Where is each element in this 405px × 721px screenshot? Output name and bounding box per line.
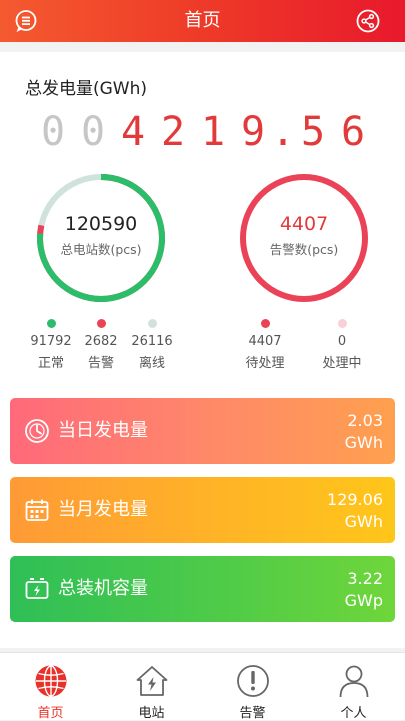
generation-digit: 4 xyxy=(120,109,146,155)
tab-label: 个人 xyxy=(340,706,367,721)
card-number: 2.03 xyxy=(347,411,383,430)
monthly-generation-card[interactable]: 当月发电量 129.06 GWh xyxy=(10,477,395,543)
total-alarms-label: 告警数(pcs) xyxy=(269,242,339,257)
status-dot xyxy=(147,319,157,328)
card-number: 3.22 xyxy=(347,569,383,588)
tab-alarms[interactable]: 告警 xyxy=(202,653,303,721)
globe-icon xyxy=(35,665,66,697)
card-unit: GWh xyxy=(344,512,383,531)
station-status-ring[interactable]: 120590 总电站数(pcs) xyxy=(36,173,166,303)
alarm-count-ring[interactable]: 4407 告警数(pcs) xyxy=(239,173,369,303)
calendar-icon xyxy=(25,499,49,521)
total-generation-display: 0 0 4 2 1 9 . 5 6 xyxy=(38,110,368,154)
clock-icon xyxy=(25,419,49,443)
total-stations-label: 总电站数(pcs) xyxy=(60,242,142,257)
share-icon[interactable] xyxy=(356,9,380,33)
card-value: 3.22 GWp xyxy=(345,568,383,612)
card-value: 129.06 GWh xyxy=(327,489,383,533)
tab-label: 告警 xyxy=(239,706,266,721)
generation-digit: 2 xyxy=(160,109,186,155)
alert-icon xyxy=(236,665,269,697)
stat-offline[interactable]: 26116 离线 xyxy=(122,319,182,371)
generation-digit: 5 xyxy=(300,109,326,155)
card-label: 当日发电量 xyxy=(58,420,148,441)
alarm-ring-chart xyxy=(240,174,368,302)
card-label: 当月发电量 xyxy=(58,499,148,520)
station-ring-chart xyxy=(37,174,165,302)
total-stations-value: 120590 xyxy=(64,213,138,235)
stat-value: 0 xyxy=(337,334,347,349)
stat-processing[interactable]: 0 处理中 xyxy=(312,319,372,371)
status-dot xyxy=(260,319,270,328)
total-generation-label: 总发电量(GWh) xyxy=(25,79,148,99)
stat-pending[interactable]: 4407 待处理 xyxy=(235,319,295,371)
status-dot xyxy=(96,319,106,328)
tab-label: 电站 xyxy=(138,706,165,721)
total-alarms-value: 4407 xyxy=(279,213,329,235)
installed-capacity-card[interactable]: 总装机容量 3.22 GWp xyxy=(10,556,395,622)
status-dot xyxy=(337,319,347,328)
battery-icon xyxy=(25,578,49,599)
house-bolt-icon xyxy=(136,666,167,696)
card-unit: GWp xyxy=(344,591,383,610)
tab-home[interactable]: 首页 xyxy=(0,653,101,721)
card-label: 总装机容量 xyxy=(58,578,148,599)
generation-digit: 1 xyxy=(200,109,226,155)
page-title: 首页 xyxy=(184,10,221,31)
stat-label: 处理中 xyxy=(322,356,362,371)
tab-label: 首页 xyxy=(37,706,64,721)
stat-label: 待处理 xyxy=(245,356,285,371)
card-number: 129.06 xyxy=(327,490,383,509)
status-dot xyxy=(46,319,56,328)
generation-decimal-point: . xyxy=(270,109,296,155)
app-header: 首页 xyxy=(0,0,405,42)
daily-generation-card[interactable]: 当日发电量 2.03 GWh xyxy=(10,398,395,464)
dashboard-content: 总发电量(GWh) 0 0 4 2 1 9 . 5 6 120590 总电站数(… xyxy=(0,52,405,648)
generation-digit: 6 xyxy=(340,109,366,155)
stat-label: 离线 xyxy=(138,356,165,371)
generation-digit: 9 xyxy=(240,109,266,155)
generation-digit: 0 xyxy=(40,109,66,155)
person-icon xyxy=(339,665,368,698)
bottom-tab-bar: 首页 电站 告警 个人 xyxy=(0,652,405,721)
card-value: 2.03 GWh xyxy=(345,410,383,454)
generation-digit: 0 xyxy=(80,109,106,155)
tab-profile[interactable]: 个人 xyxy=(303,653,404,721)
tab-stations[interactable]: 电站 xyxy=(101,653,202,721)
stat-value: 26116 xyxy=(131,334,173,349)
stat-value: 4407 xyxy=(248,334,282,349)
card-unit: GWh xyxy=(344,433,383,452)
